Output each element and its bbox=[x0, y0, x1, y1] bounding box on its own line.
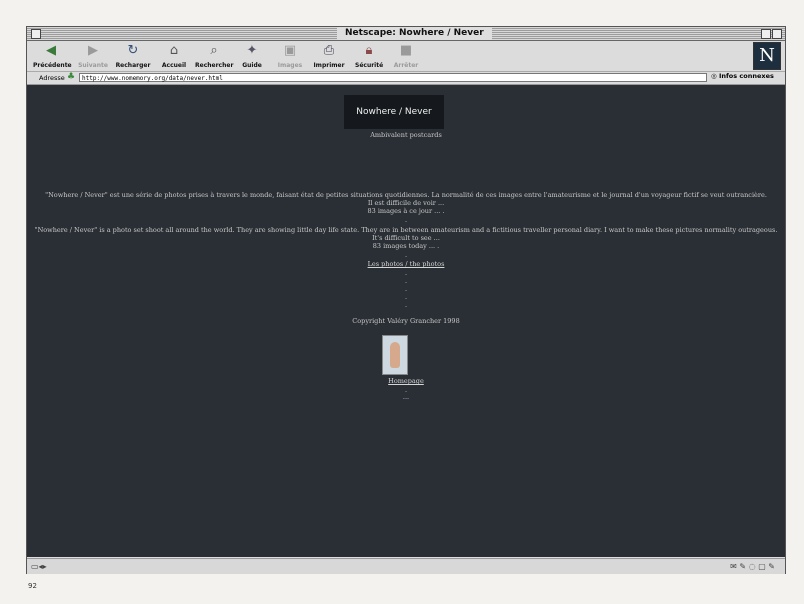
separator-dot: . bbox=[404, 301, 408, 309]
separator-dot: . bbox=[404, 269, 408, 277]
home-button-label: Accueil bbox=[161, 62, 187, 69]
homepage-link-row: Homepage bbox=[27, 377, 785, 385]
images-icon: ▣ bbox=[283, 43, 297, 58]
page-subtitle: Ambivalent postcards bbox=[370, 131, 442, 139]
status-bar: ▭◂▸ ✉ ✎ ◌ ▢ ✎ bbox=[27, 558, 785, 574]
english-description: "Nowhere / Never" is a photo set shoot a… bbox=[34, 226, 778, 234]
reload-button[interactable]: ↻ Recharger bbox=[115, 43, 151, 70]
status-icons-left[interactable]: ▭◂▸ bbox=[31, 562, 47, 571]
separator-dot: . bbox=[404, 216, 408, 224]
related-icon: ◎ bbox=[711, 72, 719, 80]
print-icon: ⎙ bbox=[323, 43, 335, 58]
forward-button[interactable]: ▶ Suivante bbox=[77, 43, 109, 70]
forward-button-label: Suivante bbox=[78, 62, 108, 69]
page-title: Nowhere / Never bbox=[344, 95, 444, 129]
page-proxy-icon[interactable]: ♣ bbox=[67, 72, 75, 82]
print-button[interactable]: ⎙ Imprimer bbox=[313, 43, 345, 70]
print-button-label: Imprimer bbox=[313, 62, 345, 69]
related-label: Infos connexes bbox=[718, 72, 774, 80]
location-bar: Adresse ♣ http://www.nomemory.org/data/n… bbox=[27, 72, 785, 85]
english-line-3: 83 images today ... . bbox=[372, 242, 440, 250]
french-line-3: 83 images à ce jour ... . bbox=[367, 207, 445, 215]
book-page-number: 92 bbox=[28, 582, 37, 590]
reload-button-label: Recharger bbox=[115, 62, 151, 69]
separator-dot: . bbox=[404, 293, 408, 301]
hand-thumbnail-image[interactable] bbox=[382, 335, 408, 375]
address-label: Adresse bbox=[39, 74, 65, 82]
photos-link-row: Les photos / the photos bbox=[27, 260, 785, 268]
stop-button[interactable]: ■ Arrêter bbox=[393, 43, 419, 70]
french-line-2: Il est difficile de voir ... bbox=[367, 199, 445, 207]
close-box[interactable] bbox=[31, 29, 41, 39]
separator-dot: . bbox=[404, 251, 408, 259]
homepage-link[interactable]: Homepage bbox=[388, 377, 424, 385]
guide-button[interactable]: ✦ Guide bbox=[241, 43, 263, 70]
search-button[interactable]: ⌕ Rechercher bbox=[195, 43, 233, 70]
english-line-2: It's difficult to see ... bbox=[372, 234, 440, 242]
security-lock-icon: 🔒︎ bbox=[365, 43, 373, 58]
ellipsis: ... bbox=[402, 393, 410, 401]
security-button[interactable]: 🔒︎ Sécurité bbox=[355, 43, 383, 70]
stop-icon: ■ bbox=[399, 43, 413, 58]
home-button[interactable]: ⌂ Accueil bbox=[161, 43, 187, 70]
french-description: "Nowhere / Never" est une série de photo… bbox=[45, 191, 767, 199]
home-icon: ⌂ bbox=[169, 43, 179, 58]
back-button-label: Précédente bbox=[33, 62, 72, 69]
url-input[interactable]: http://www.nomemory.org/data/never.html bbox=[79, 73, 707, 82]
photos-link[interactable]: Les photos / the photos bbox=[368, 260, 445, 268]
netscape-logo[interactable]: N bbox=[753, 42, 781, 70]
title-bar[interactable]: Netscape: Nowhere / Never bbox=[27, 27, 785, 41]
hand-shape bbox=[390, 342, 400, 368]
separator-dot: . bbox=[404, 277, 408, 285]
forward-arrow-icon: ▶ bbox=[88, 43, 98, 58]
reload-icon: ↻ bbox=[127, 43, 139, 58]
back-arrow-icon: ◀ bbox=[46, 43, 56, 58]
page-content: Nowhere / Never Ambivalent postcards "No… bbox=[27, 85, 785, 557]
collapse-box[interactable] bbox=[772, 29, 782, 39]
security-button-label: Sécurité bbox=[355, 62, 384, 69]
images-button[interactable]: ▣ Images bbox=[277, 43, 303, 70]
guide-icon: ✦ bbox=[246, 43, 258, 58]
component-bar-icons[interactable]: ✉ ✎ ◌ ▢ ✎ bbox=[730, 562, 775, 571]
back-button[interactable]: ◀ Précédente bbox=[33, 43, 72, 70]
search-icon: ⌕ bbox=[210, 43, 218, 58]
separator-dot: . bbox=[404, 285, 408, 293]
related-button[interactable]: ◎ Infos connexes bbox=[711, 72, 774, 80]
navigation-toolbar: ◀ Précédente ▶ Suivante ↻ Recharger ⌂ Ac… bbox=[27, 41, 785, 72]
browser-window: Netscape: Nowhere / Never ◀ Précédente ▶… bbox=[26, 26, 786, 574]
stop-button-label: Arrêter bbox=[393, 62, 419, 69]
guide-button-label: Guide bbox=[242, 62, 262, 69]
search-button-label: Rechercher bbox=[195, 62, 234, 69]
window-title: Netscape: Nowhere / Never bbox=[337, 27, 492, 40]
zoom-box[interactable] bbox=[761, 29, 771, 39]
copyright: Copyright Valéry Grancher 1998 bbox=[352, 317, 460, 325]
images-button-label: Images bbox=[277, 62, 303, 69]
